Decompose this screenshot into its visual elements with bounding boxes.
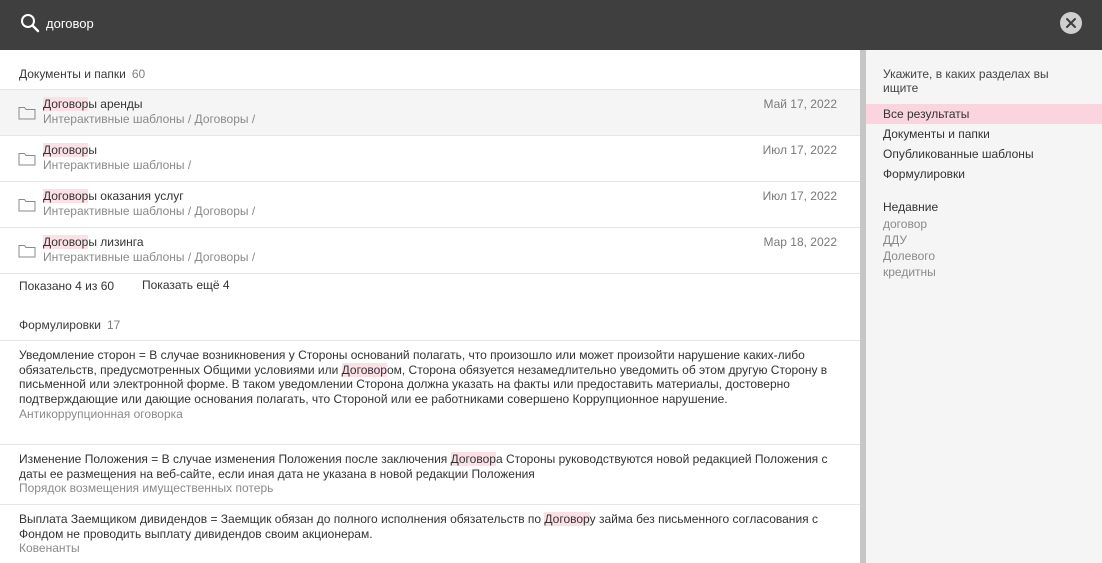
document-date: Май 17, 2022	[763, 97, 837, 111]
clause-text: Уведомление сторон = В случае возникнове…	[19, 348, 841, 407]
clause-item[interactable]: Уведомление сторон = В случае возникнове…	[0, 348, 860, 422]
search-match: Договор	[544, 512, 590, 526]
search-match: Договор	[43, 189, 89, 203]
clause-text-part: Выплата Заемщиком дивидендов = Заемщик о…	[19, 512, 545, 526]
folder-icon	[18, 245, 36, 258]
document-row[interactable]: Договоры оказания услуг Интерактивные ша…	[0, 181, 860, 227]
folder-icon	[18, 199, 36, 212]
folder-icon	[18, 153, 36, 166]
documents-section-title: Документы и папки	[19, 67, 126, 81]
document-title-rest: ы лизинга	[88, 235, 144, 249]
filter-clauses[interactable]: Формулировки	[866, 164, 1102, 184]
clause-source: Порядок возмещения имущественных потерь	[19, 481, 274, 496]
search-results: Документы и папки 60 Договоры аренды Инте…	[0, 50, 860, 563]
filter-published-templates[interactable]: Опубликованные шаблоны	[866, 144, 1102, 164]
document-title-rest: ы аренды	[88, 97, 143, 111]
document-path: Интерактивные шаблоны / Договоры /	[43, 204, 256, 218]
document-row[interactable]: Договоры Интерактивные шаблоны / Июл 17,…	[0, 135, 860, 181]
clause-text-part: Изменение Положения = В случае изменения…	[19, 452, 451, 466]
document-row[interactable]: Договоры лизинга Интерактивные шаблоны /…	[0, 227, 860, 273]
folder-icon	[18, 107, 36, 120]
clause-source: Ковенанты	[19, 541, 80, 556]
document-path: Интерактивные шаблоны / Договоры /	[43, 112, 256, 126]
recent-search-item[interactable]: кредитны	[883, 265, 936, 279]
close-icon	[1066, 18, 1076, 28]
document-row[interactable]: Договоры аренды Интерактивные шаблоны / …	[0, 89, 860, 135]
clause-item[interactable]: Изменение Положения = В случае изменения…	[0, 452, 860, 496]
recent-search-item[interactable]: договор	[883, 217, 927, 231]
search-input[interactable]	[46, 13, 1026, 33]
document-path: Интерактивные шаблоны / Договоры /	[43, 250, 256, 264]
document-title-rest: ы оказания услуг	[88, 189, 184, 203]
clauses-section-header: Формулировки 17	[19, 318, 120, 332]
clause-source: Антикоррупционная оговорка	[19, 406, 183, 421]
row-divider	[0, 340, 860, 341]
recent-search-item[interactable]: ДДУ	[883, 233, 907, 247]
search-match: Договор	[43, 235, 89, 249]
search-match: Договор	[43, 97, 89, 111]
document-title: Договоры лизинга	[43, 235, 144, 249]
filters-sidebar: Укажите, в каких разделах вы ищите Все р…	[866, 50, 1102, 563]
clauses-section-title: Формулировки	[19, 318, 101, 332]
clause-text: Изменение Положения = В случае изменения…	[19, 452, 841, 481]
search-icon	[21, 14, 40, 33]
clear-search-button[interactable]	[1060, 12, 1082, 34]
clause-item[interactable]: Выплата Заемщиком дивидендов = Заемщик о…	[0, 512, 860, 556]
row-divider	[0, 273, 860, 274]
filter-all-results[interactable]: Все результаты	[866, 104, 1102, 124]
documents-count: 60	[131, 67, 146, 81]
document-date: Июл 17, 2022	[762, 189, 837, 203]
row-divider	[0, 504, 860, 505]
document-title: Договоры	[43, 143, 97, 157]
search-bar	[0, 0, 1102, 50]
filters-heading: Укажите, в каких разделах вы ищите	[883, 67, 1049, 95]
document-date: Мар 18, 2022	[763, 235, 837, 249]
document-title-rest: ы	[88, 143, 97, 157]
documents-section-header: Документы и папки 60	[19, 67, 145, 81]
filter-documents-folders[interactable]: Документы и папки	[866, 124, 1102, 144]
search-match: Договор	[43, 143, 89, 157]
document-path: Интерактивные шаблоны /	[43, 158, 192, 172]
row-divider	[0, 444, 860, 445]
search-match: Договор	[450, 452, 496, 466]
shown-count: Показано 4 из 60	[19, 279, 115, 293]
clauses-count: 17	[106, 318, 121, 332]
document-date: Июл 17, 2022	[762, 143, 837, 157]
clause-text: Выплата Заемщиком дивидендов = Заемщик о…	[19, 512, 841, 541]
recent-heading: Недавние	[883, 200, 939, 214]
document-title: Договоры аренды	[43, 97, 143, 111]
recent-search-item[interactable]: Долевого	[883, 249, 935, 263]
document-title: Договоры оказания услуг	[43, 189, 184, 203]
show-more-button[interactable]: Показать ещё 4	[142, 278, 230, 292]
search-match: Договор	[341, 362, 387, 377]
